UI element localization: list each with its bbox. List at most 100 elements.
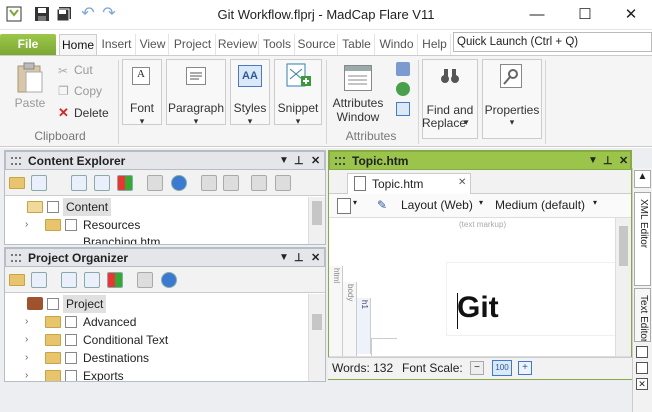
vertical-scrollbar[interactable] [308,294,325,381]
refresh-icon[interactable] [161,272,177,288]
split-view-icon[interactable] [636,346,648,358]
pin-icon[interactable]: ⊥ [294,152,304,170]
zoom-in-button[interactable]: + [518,361,532,375]
close-editor-icon[interactable]: ✕ [636,378,648,390]
chevron-right-icon[interactable]: › [25,216,33,234]
topic-heading[interactable]: Git [457,291,499,325]
attributes-small-icon[interactable] [396,102,410,116]
tab-source[interactable]: Source [296,34,338,55]
pin-icon[interactable]: ⊥ [294,249,304,267]
minimize-button[interactable]: — [514,0,560,30]
panel-menu-icon[interactable]: ▼ [588,152,598,170]
close-button[interactable]: ✕ [608,0,652,30]
page-canvas[interactable]: Git [447,263,623,335]
text-editor-tab[interactable]: Text Editor [634,288,651,342]
folder-icon[interactable] [9,177,25,189]
structure-bar-h1[interactable]: h1 [357,298,371,354]
paste-button[interactable]: Paste [10,96,50,110]
properties-icon[interactable] [201,175,217,191]
collapse-icon[interactable] [84,272,100,288]
close-icon[interactable]: ✕ [311,152,320,170]
checkbox[interactable] [47,201,59,213]
document-tab[interactable]: Topic.htm ✕ [347,173,471,194]
layout-dropdown[interactable]: Layout (Web) [401,198,473,212]
checkbox[interactable] [65,316,77,328]
tab-help[interactable]: Help [419,34,451,55]
tab-project[interactable]: Project [170,34,216,55]
chevron-down-icon[interactable]: ▾ [593,198,597,207]
new-item-icon[interactable] [31,175,47,191]
panel-menu-icon[interactable]: ▼ [279,249,289,267]
xml-editor-tab[interactable]: XML Editor [634,192,651,286]
language-icon[interactable] [396,82,410,96]
tree-row[interactable]: Branching.htm [5,234,307,244]
expand-icon[interactable] [61,272,77,288]
tag-icon[interactable]: ✎ [377,198,387,212]
tab-view[interactable]: View [137,34,169,55]
chevron-down-icon[interactable]: ▾ [353,198,357,207]
tab-table[interactable]: Table [339,34,375,55]
checkbox[interactable] [65,370,77,381]
editor-vertical-scrollbar[interactable] [615,218,631,356]
copy-button[interactable]: Copy [74,84,102,98]
chevron-up-icon[interactable]: ▲ [634,170,651,188]
pin-icon[interactable]: ⊥ [603,152,613,170]
tree-row[interactable]: Project [5,295,307,313]
scrollbar-thumb[interactable] [312,201,322,225]
cut-button[interactable]: Cut [74,63,93,77]
checkbox[interactable] [47,298,59,310]
checkbox[interactable] [65,352,77,364]
delete-button[interactable]: Delete [74,106,109,120]
preview-icon[interactable] [636,362,648,374]
chevron-right-icon[interactable]: › [25,331,33,349]
checkbox[interactable] [65,219,77,231]
expand-icon[interactable] [71,175,87,191]
structure-bar-html[interactable]: html [329,266,343,356]
collapse-icon[interactable] [94,175,110,191]
view-icon[interactable] [107,272,123,288]
tab-home[interactable]: Home [59,34,97,55]
close-icon[interactable]: ✕ [619,152,628,170]
folder-up-icon[interactable] [251,175,267,191]
tree-row[interactable]: Content [5,198,307,216]
chevron-right-icon[interactable]: › [25,349,33,367]
quick-launch-input[interactable]: Quick Launch (Ctrl + Q) [453,32,652,52]
condition-tags-icon[interactable] [396,62,410,76]
attributes-window-button[interactable]: Attributes [330,96,386,110]
tab-window[interactable]: Windo [376,34,418,55]
tree-row[interactable]: › Conditional Text [5,331,307,349]
chevron-right-icon[interactable]: › [25,367,33,381]
scrollbar-thumb[interactable] [619,226,628,266]
close-icon[interactable]: ✕ [311,249,320,267]
vertical-scrollbar[interactable] [308,197,325,244]
close-icon[interactable]: ✕ [458,177,466,188]
tree-row[interactable]: › Advanced [5,313,307,331]
scrollbar-thumb[interactable] [312,314,322,330]
folder-icon[interactable] [9,274,25,286]
chevron-down-icon[interactable]: ▾ [479,198,483,207]
editor-content-area[interactable]: (text markup) html body h1 Git [329,218,631,356]
tab-review[interactable]: Review [217,34,259,55]
view-icon[interactable] [117,175,133,191]
zoom-out-button[interactable]: − [470,361,484,375]
link-icon[interactable] [137,272,153,288]
tab-file[interactable]: File [0,34,56,55]
new-item-icon[interactable] [31,272,47,288]
chevron-right-icon[interactable]: › [25,313,33,331]
checkbox[interactable] [65,334,77,346]
structure-bar-body[interactable]: body [343,282,357,356]
document-icon[interactable] [223,175,239,191]
tree-row[interactable]: › Resources [5,216,307,234]
new-folder-icon[interactable] [275,175,291,191]
tree-row[interactable]: › Destinations [5,349,307,367]
tree-row[interactable]: › Exports [5,367,307,381]
tab-tools[interactable]: Tools [260,34,295,55]
link-icon[interactable] [147,175,163,191]
refresh-icon[interactable] [171,175,187,191]
tab-insert[interactable]: Insert [98,34,136,55]
panel-menu-icon[interactable]: ▼ [279,152,289,170]
reset-zoom-button[interactable]: 100 [492,360,512,376]
maximize-button[interactable]: ☐ [562,0,608,30]
select-icon[interactable] [337,198,351,214]
medium-dropdown[interactable]: Medium (default) [495,198,585,212]
